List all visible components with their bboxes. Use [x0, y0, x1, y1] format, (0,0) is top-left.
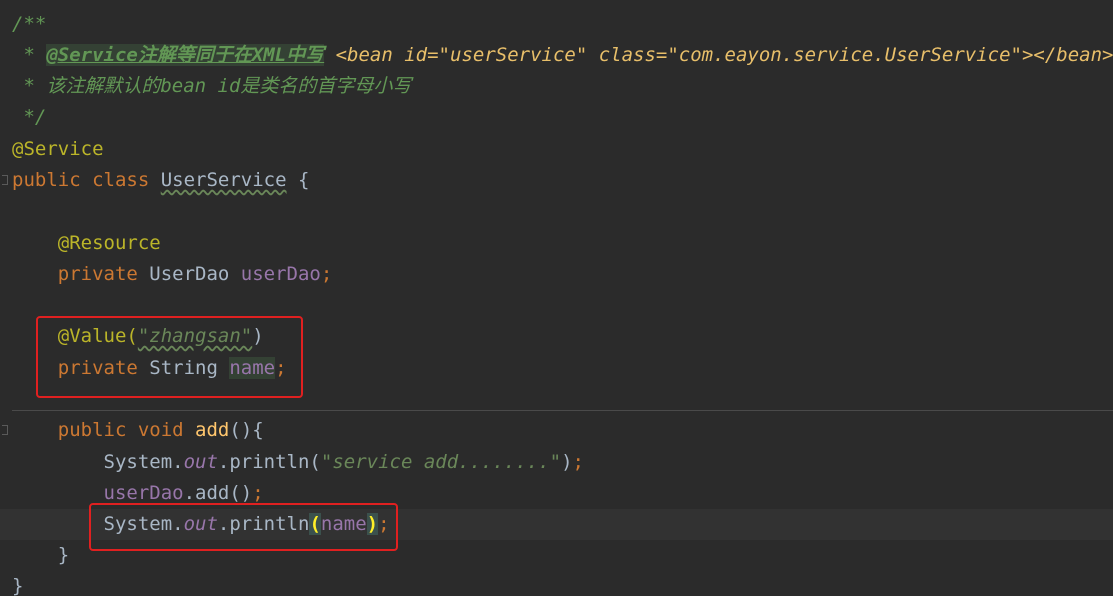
code-line-5[interactable]: @Service: [0, 134, 1113, 165]
type-userdao: UserDao: [149, 263, 241, 285]
comment-close: */: [12, 106, 47, 128]
code-line-2[interactable]: * @Service注解等同于在XML中写 <bean id="userServ…: [0, 40, 1113, 71]
semicolon: ;: [320, 263, 333, 285]
comment-service-tag: @Service注解等同于在XML中写: [46, 44, 325, 66]
keyword-public-class: public class: [12, 169, 161, 191]
highlight-box-println-name: [89, 503, 398, 551]
service-annotation: @Service: [12, 138, 104, 160]
method-parens-brace: (){: [229, 419, 264, 441]
code-line-9[interactable]: private UserDao userDao;: [0, 259, 1113, 290]
method-add: add: [195, 419, 230, 441]
code-line-6[interactable]: public class UserService {: [0, 165, 1113, 196]
system-class: System.: [103, 451, 184, 473]
resource-annotation: @Resource: [57, 232, 161, 254]
comment-bean-id-note: * 该注解默认的bean id是类名的首字母小写: [12, 75, 412, 97]
method-brace-close: }: [57, 544, 70, 566]
method-separator: [12, 410, 1113, 411]
field-userdao: userDao: [103, 482, 184, 504]
code-line-4[interactable]: */: [0, 102, 1113, 133]
field-userdao: userDao: [240, 263, 321, 285]
string-service-add: "service add........": [320, 451, 562, 473]
class-brace-close: }: [12, 575, 24, 596]
fold-marker-icon[interactable]: [2, 175, 8, 185]
comment-prefix: *: [12, 44, 47, 66]
println-call: .println(: [217, 451, 321, 473]
keyword-private: private: [57, 263, 150, 285]
comment-open: /**: [12, 13, 47, 35]
static-out: out: [183, 451, 218, 473]
code-line-19[interactable]: }: [0, 571, 1113, 596]
semicolon: ;: [252, 482, 264, 504]
add-call: .add(): [183, 482, 253, 504]
brace-open: {: [286, 169, 310, 191]
code-line-3[interactable]: * 该注解默认的bean id是类名的首字母小写: [0, 71, 1113, 102]
code-line-1[interactable]: /**: [0, 9, 1113, 40]
code-line-15[interactable]: System.out.println("service add........"…: [0, 447, 1113, 478]
highlight-box-value-field: [36, 316, 303, 398]
code-editor[interactable]: /** * @Service注解等同于在XML中写 <bean id="user…: [0, 0, 1113, 596]
fold-marker-icon[interactable]: [2, 425, 8, 435]
keyword-public-void: public void: [57, 419, 196, 441]
fold-gutter[interactable]: [0, 415, 8, 446]
code-line-8[interactable]: @Resource: [0, 228, 1113, 259]
class-name: UserService: [160, 169, 287, 191]
comment-xml-bean: <bean id="userService" class="com.eayon.…: [324, 44, 1113, 66]
code-line-14[interactable]: public void add(){: [0, 415, 1113, 446]
semicolon: ;: [572, 451, 584, 473]
fold-gutter[interactable]: [0, 165, 8, 196]
paren-close: ): [561, 451, 573, 473]
